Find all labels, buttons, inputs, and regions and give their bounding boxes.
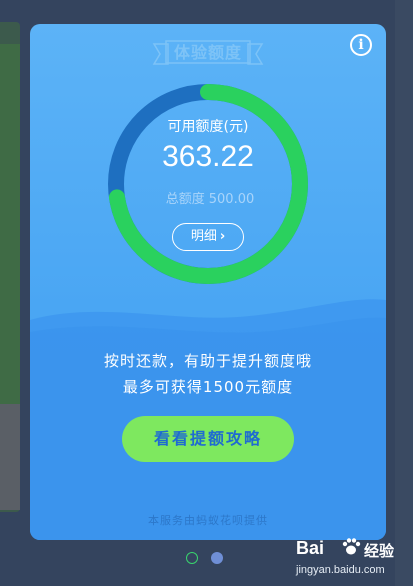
pager-dot-2[interactable] xyxy=(211,552,223,564)
repayment-message: 按时还款，有助于提升额度哦 xyxy=(103,352,312,370)
detail-button-label: 明细 xyxy=(190,229,217,244)
max-limit-message: 最多可获得1500元额度 xyxy=(122,378,294,396)
background-panel-left-green xyxy=(0,44,20,404)
credit-limit-modal: 体验额度 i 可用额度(元) 363.22 总额度 500.00 明细 › 按时还款… xyxy=(30,24,386,540)
background-panel-right xyxy=(395,0,413,586)
credit-ring-chart xyxy=(108,84,308,284)
info-icon[interactable]: i xyxy=(350,34,372,56)
background-panel-left-gray xyxy=(0,404,20,510)
total-limit-label: 总额度 xyxy=(165,192,205,207)
watermark-url: jingyan.baidu.com xyxy=(296,564,385,576)
badge-label: 体验额度 xyxy=(173,43,242,62)
available-limit-label: 可用额度(元) xyxy=(167,119,249,135)
watermark-logo: Bai xyxy=(296,538,325,558)
watermark-logo-suffix: 经验 xyxy=(364,542,395,560)
view-tips-button[interactable]: 看看提额攻略 xyxy=(122,416,294,462)
trial-limit-badge: 体验额度 xyxy=(150,38,266,68)
available-limit-value: 363.22 xyxy=(162,140,254,173)
detail-button[interactable]: 明细 › xyxy=(172,223,244,251)
total-limit: 总额度 500.00 xyxy=(110,188,306,207)
chevron-right-icon: › xyxy=(219,229,226,244)
pager-dot-1[interactable] xyxy=(186,552,198,564)
baidu-jingyan-watermark: Bai 经验 jingyan.baidu.com xyxy=(296,538,406,582)
service-provider-note: 本服务由蚂蚁花呗提供 xyxy=(148,514,268,527)
paw-icon xyxy=(342,538,361,555)
total-limit-value: 500.00 xyxy=(208,192,255,207)
